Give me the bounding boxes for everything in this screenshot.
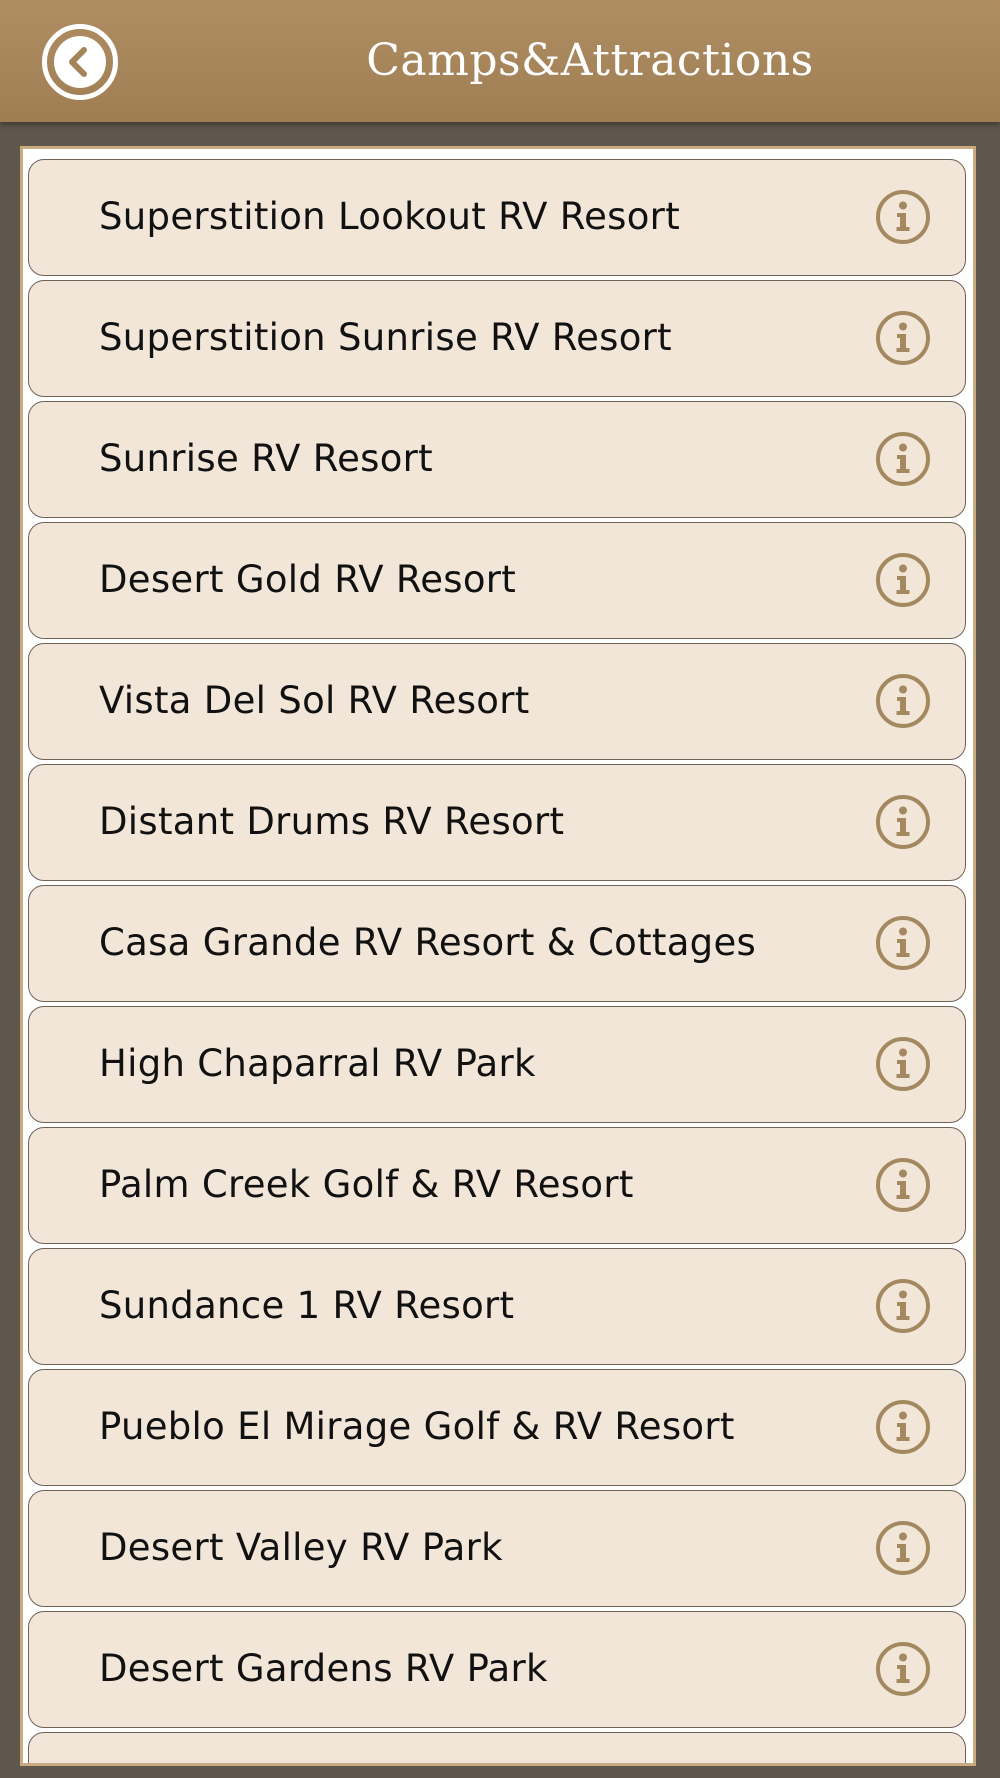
info-icon[interactable] — [875, 1036, 931, 1092]
list-item[interactable]: Distant Drums RV Resort — [28, 764, 966, 881]
list-item-label: High Chaparral RV Park — [99, 1042, 536, 1085]
back-arrow-icon — [54, 36, 106, 88]
list-item-label: Pueblo El Mirage Golf & RV Resort — [99, 1405, 735, 1448]
list-item[interactable]: Pueblo El Mirage Golf & RV Resort — [28, 1369, 966, 1486]
list-item[interactable]: Superstition Sunrise RV Resort — [28, 280, 966, 397]
info-icon[interactable] — [875, 1157, 931, 1213]
back-button[interactable] — [42, 24, 118, 100]
list-item[interactable]: Desert Gold RV Resort — [28, 522, 966, 639]
list-item[interactable]: Casa Grande RV Resort & Cottages — [28, 885, 966, 1002]
list-item-label: Sundance 1 RV Resort — [99, 1284, 515, 1327]
info-icon[interactable] — [875, 1399, 931, 1455]
info-icon[interactable] — [875, 310, 931, 366]
list-item[interactable]: Superstition Lookout RV Resort — [28, 159, 966, 276]
list-item[interactable]: Palm Creek Golf & RV Resort — [28, 1127, 966, 1244]
info-icon[interactable] — [875, 189, 931, 245]
list-item[interactable] — [28, 1732, 966, 1763]
info-icon[interactable] — [875, 431, 931, 487]
list-item-label: Superstition Sunrise RV Resort — [99, 316, 672, 359]
top-bar: Camps&Attractions — [0, 0, 1000, 122]
page-title: Camps&Attractions — [366, 35, 814, 86]
info-icon[interactable] — [875, 552, 931, 608]
list-item-label: Superstition Lookout RV Resort — [99, 195, 681, 238]
list-item[interactable]: Sunrise RV Resort — [28, 401, 966, 518]
info-icon[interactable] — [875, 1520, 931, 1576]
list-item-label: Desert Gardens RV Park — [99, 1647, 548, 1690]
list-item[interactable]: Vista Del Sol RV Resort — [28, 643, 966, 760]
list-item-label: Casa Grande RV Resort & Cottages — [99, 921, 757, 964]
info-icon[interactable] — [875, 673, 931, 729]
list-item-label: Sunrise RV Resort — [99, 437, 433, 480]
list-item-label: Desert Gold RV Resort — [99, 558, 517, 601]
info-icon[interactable] — [875, 794, 931, 850]
info-icon[interactable] — [875, 1641, 931, 1697]
camps-list: Superstition Lookout RV Resort Superstiti… — [28, 159, 966, 1763]
list-item-label: Distant Drums RV Resort — [99, 800, 565, 843]
list-item[interactable]: Desert Valley RV Park — [28, 1490, 966, 1607]
list-item-label: Desert Valley RV Park — [99, 1526, 503, 1569]
list-item[interactable]: Desert Gardens RV Park — [28, 1611, 966, 1728]
list-item-label: Palm Creek Golf & RV Resort — [99, 1163, 634, 1206]
list-item-label: Vista Del Sol RV Resort — [99, 679, 530, 722]
list-item[interactable]: High Chaparral RV Park — [28, 1006, 966, 1123]
list-panel: Superstition Lookout RV Resort Superstiti… — [20, 146, 976, 1766]
list-item[interactable]: Sundance 1 RV Resort — [28, 1248, 966, 1365]
info-icon[interactable] — [875, 915, 931, 971]
info-icon[interactable] — [875, 1278, 931, 1334]
